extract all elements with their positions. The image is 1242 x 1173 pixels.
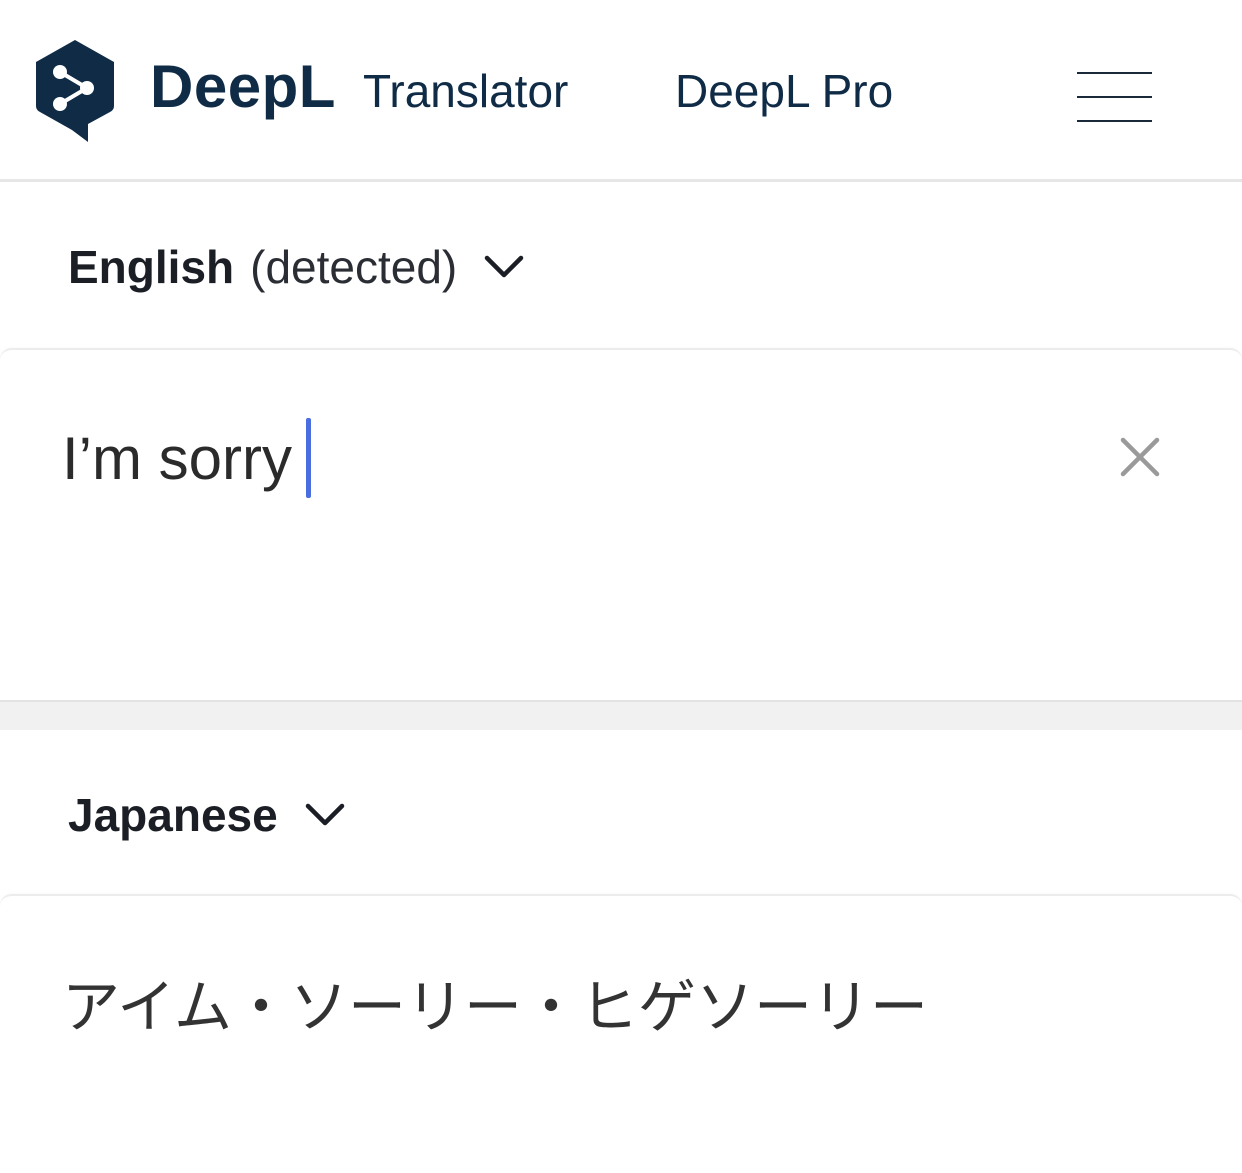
text-caret xyxy=(305,418,311,498)
source-text-panel[interactable]: I’m sorry xyxy=(0,348,1242,642)
close-icon[interactable] xyxy=(1115,432,1165,482)
deepl-pro-link[interactable]: DeepL Pro xyxy=(675,64,893,118)
menu-line-middle xyxy=(1077,96,1152,98)
logo-product-text[interactable]: Translator xyxy=(363,64,568,118)
target-language-selector[interactable]: Japanese xyxy=(68,788,346,842)
source-language-name: English xyxy=(68,241,235,293)
menu-line-top xyxy=(1077,72,1152,74)
target-text-output: アイム・ソーリー・ヒゲソーリー xyxy=(62,973,928,1041)
source-text-value: I’m sorry xyxy=(62,424,292,492)
logo-brand-text[interactable]: DeepL xyxy=(150,52,336,121)
chevron-down-icon xyxy=(305,803,344,826)
panel-separator xyxy=(0,700,1242,732)
target-language-bar: Japanese xyxy=(0,730,1242,894)
chevron-down-icon xyxy=(485,255,524,278)
target-language-name: Japanese xyxy=(68,789,278,841)
source-language-bar: English (detected) xyxy=(0,182,1242,348)
deepl-translator-page: DeepL Translator DeepL Pro English (dete… xyxy=(0,0,1242,1173)
panel-gap xyxy=(0,640,1242,700)
source-language-detected-label: (detected) xyxy=(250,241,458,293)
target-text-panel[interactable]: アイム・ソーリー・ヒゲソーリー xyxy=(0,894,1242,1173)
menu-line-bottom xyxy=(1077,120,1152,122)
source-language-selector[interactable]: English (detected) xyxy=(68,240,525,294)
source-text-input[interactable]: I’m sorry xyxy=(62,418,311,498)
deepl-logo-icon[interactable] xyxy=(32,38,118,144)
top-header: DeepL Translator DeepL Pro xyxy=(0,0,1242,180)
hamburger-menu-button[interactable] xyxy=(1070,60,1160,130)
